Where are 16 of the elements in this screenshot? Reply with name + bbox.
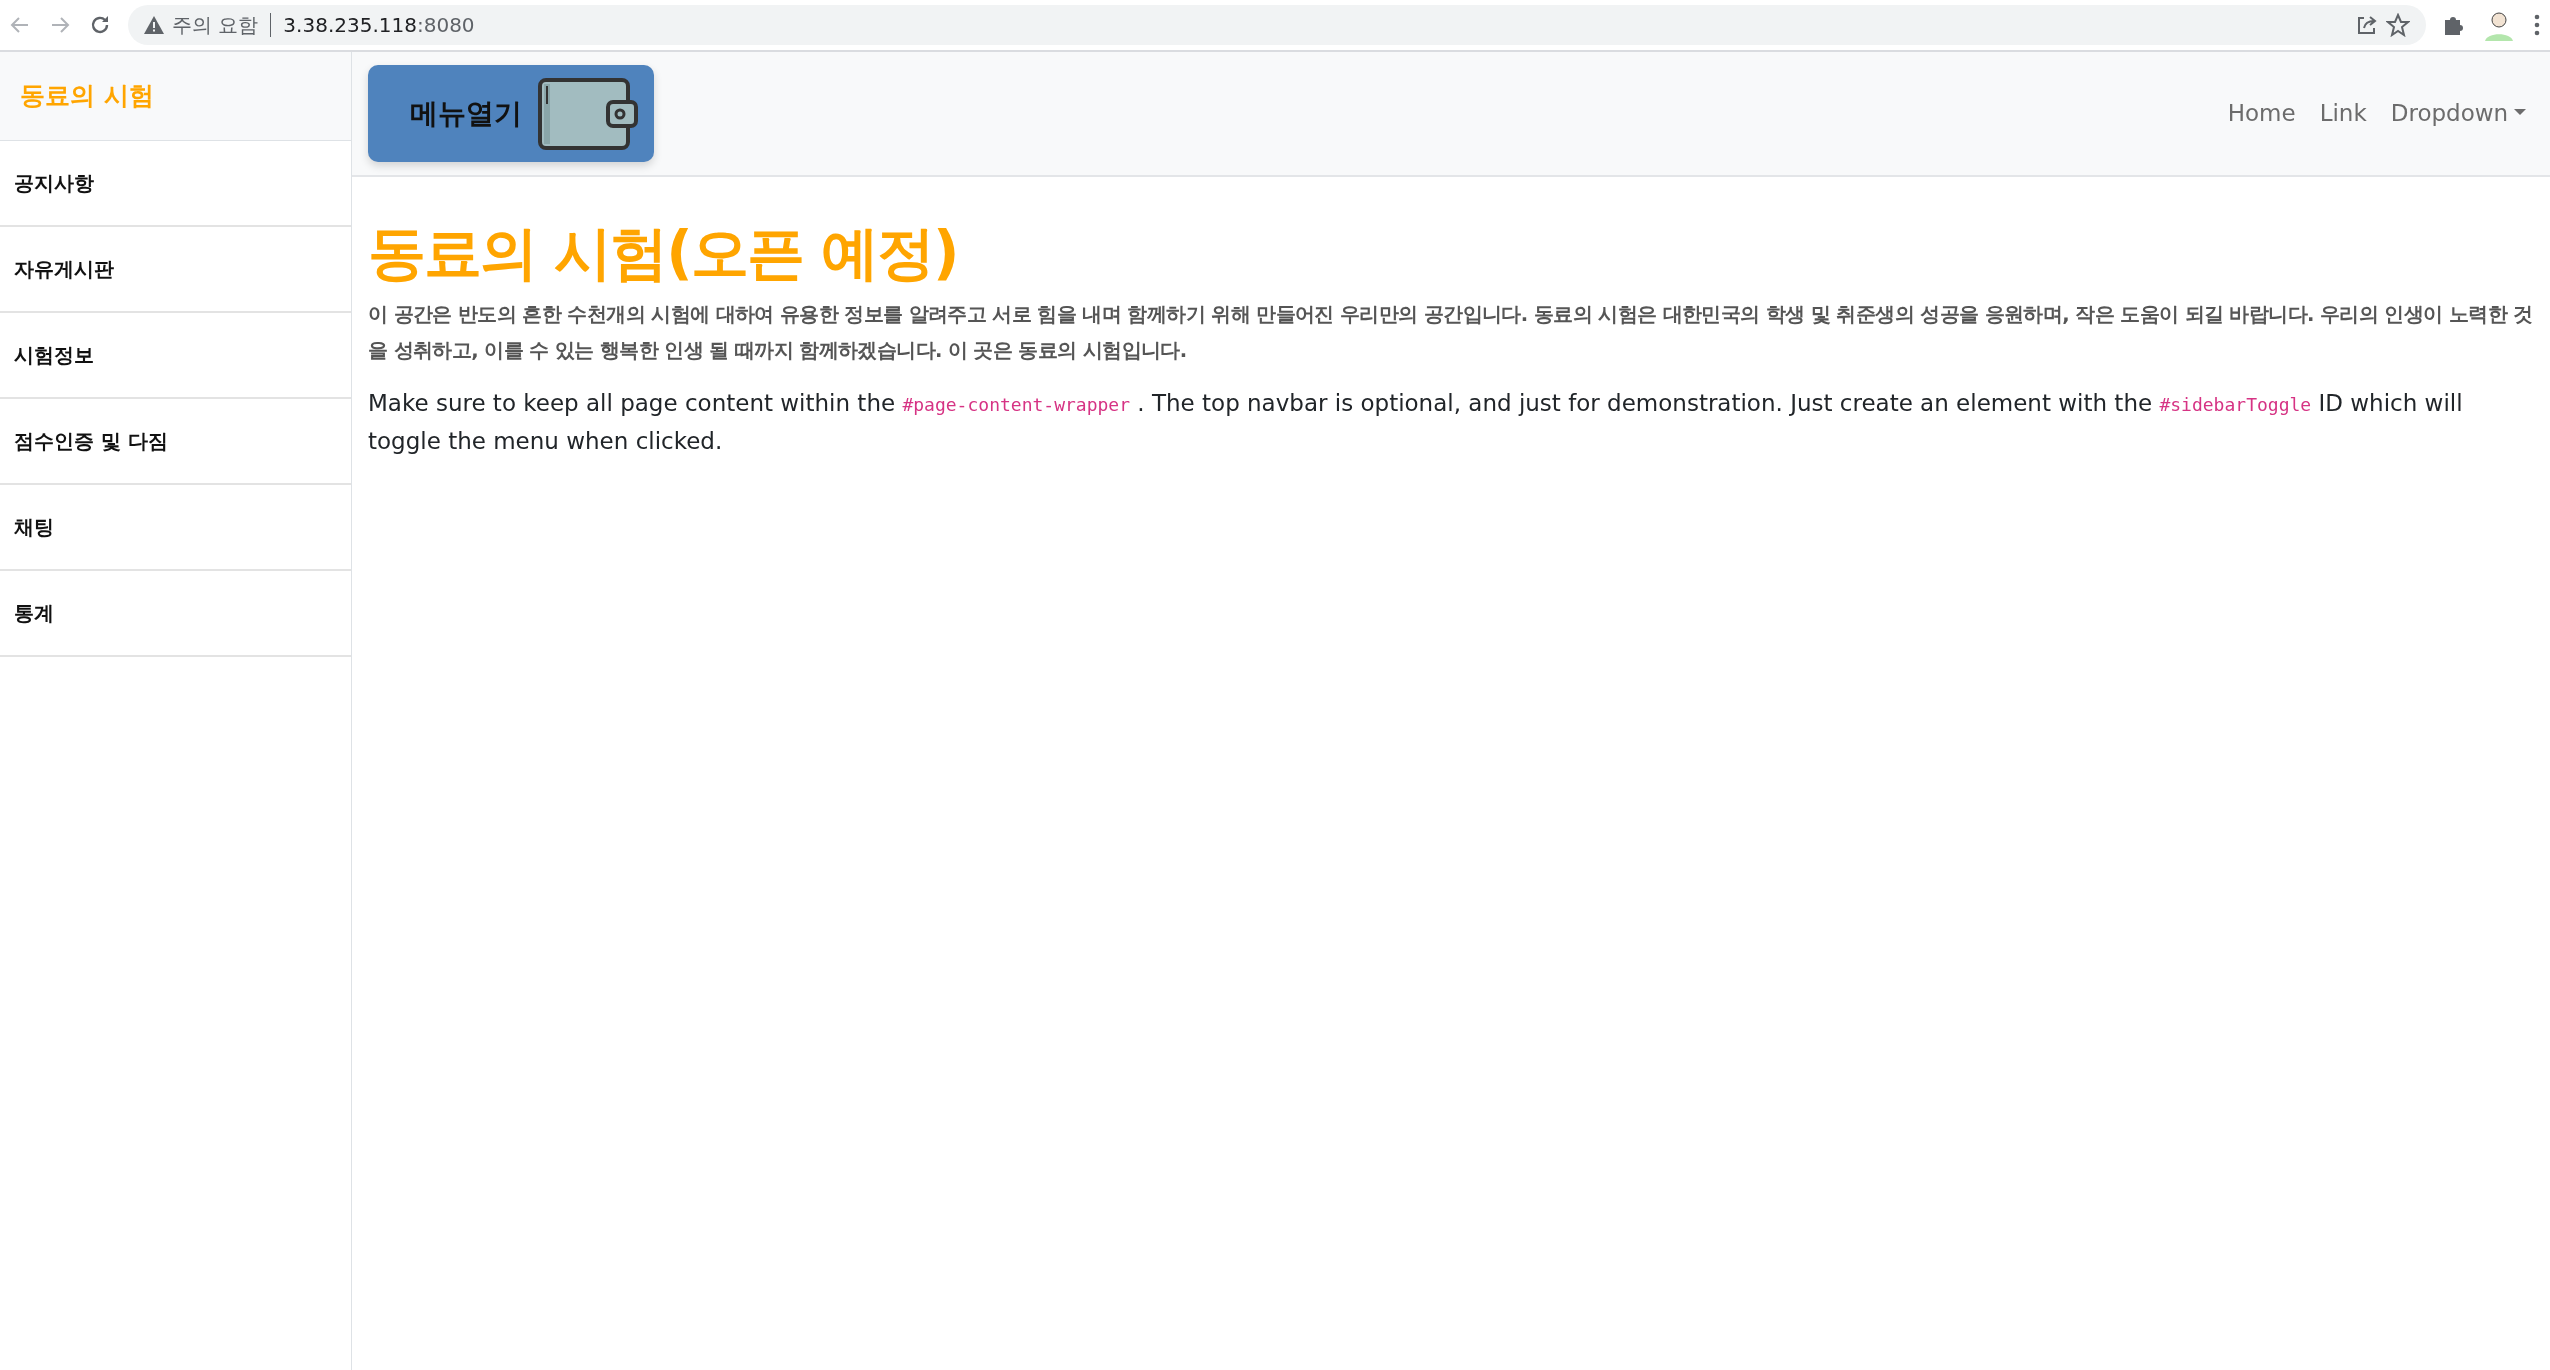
url-text: 3.38.235.118:8080 — [283, 12, 475, 39]
wallet-icon — [538, 77, 638, 150]
sidebar-heading: 동료의 시험 — [0, 52, 351, 141]
share-icon[interactable] — [2356, 14, 2378, 36]
nav-dropdown[interactable]: Dropdown — [2390, 96, 2526, 131]
security-warning: 주의 요함 — [172, 12, 259, 39]
warning-icon — [144, 16, 164, 34]
menu-toggle-button[interactable]: 메뉴열기 — [368, 65, 654, 162]
nav-link[interactable]: Link — [2319, 96, 2367, 131]
page-title: 동료의 시험(오픈 예정) — [368, 219, 959, 289]
info-paragraph: Make sure to keep all page content within the #page-content-wrapper . The top navbar is optional, and just for demonstration. Just create an element with the #sidebarToggle ID which will toggle the menu when clicked. — [368, 388, 2464, 456]
intro-paragraph: 이 공간은 반도의 흔한 수천개의 시험에 대하여 유용한 정보를 알려주고 서로 힘을 내며 함께하기 위해 만들어진 우리만의 공간입니다. 동료의 시험은 대한민국의 학생 및 취준생의 성공을 응원하며, 작은 도움이 되길 바랍니다. 우리의 인생이 노력한 것을 성취하고, 이를 수 있는 행복한 인생 될 때까지 함께하겠습니다. 이 곳은 동료의 시험입니다. — [368, 301, 2534, 364]
menu-icon[interactable] — [2532, 13, 2542, 37]
nav-link[interactable]: Home — [2227, 96, 2296, 131]
address-bar[interactable]: 주의 요함 3.38.235.118:8080 — [128, 5, 2426, 45]
star-icon[interactable] — [2386, 13, 2410, 37]
